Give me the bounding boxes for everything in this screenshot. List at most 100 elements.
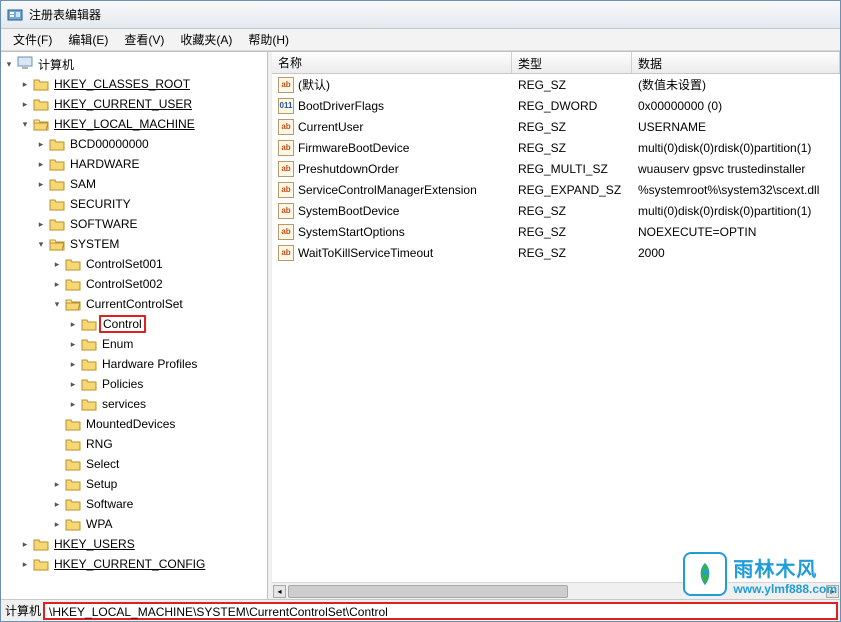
- expand-icon[interactable]: ▸: [19, 78, 31, 90]
- menu-view[interactable]: 查看(V): [116, 29, 172, 50]
- scroll-thumb[interactable]: [288, 585, 568, 598]
- expand-icon[interactable]: ▸: [51, 258, 63, 270]
- tree-hkcu[interactable]: ▸ HKEY_CURRENT_USER: [19, 94, 267, 114]
- collapse-icon[interactable]: ▾: [35, 238, 47, 250]
- expand-icon[interactable]: ▸: [67, 358, 79, 370]
- tree-label: ControlSet002: [83, 276, 166, 292]
- scroll-right-icon[interactable]: ▸: [826, 585, 839, 598]
- value-row[interactable]: abPreshutdownOrderREG_MULTI_SZwuauserv g…: [272, 158, 840, 179]
- value-name: ServiceControlManagerExtension: [298, 183, 477, 197]
- horizontal-scrollbar[interactable]: ◂ ▸: [272, 582, 840, 599]
- expand-icon[interactable]: ▸: [19, 558, 31, 570]
- string-value-icon: ab: [278, 203, 294, 219]
- titlebar[interactable]: 注册表编辑器: [1, 1, 840, 29]
- value-name: SystemBootDevice: [298, 204, 399, 218]
- tree-select[interactable]: ▸Select: [51, 454, 267, 474]
- tree-software2[interactable]: ▸Software: [51, 494, 267, 514]
- expand-icon[interactable]: ▸: [35, 218, 47, 230]
- tree-sam[interactable]: ▸SAM: [35, 174, 267, 194]
- folder-icon: [65, 477, 81, 491]
- tree-hklm[interactable]: ▾HKEY_LOCAL_MACHINE: [19, 114, 267, 134]
- tree-currentcontrolset[interactable]: ▾CurrentControlSet: [51, 294, 267, 314]
- list-body[interactable]: ab(默认)REG_SZ(数值未设置)011BootDriverFlagsREG…: [272, 74, 840, 582]
- tree-pane[interactable]: ▾ 计算机 ▸ HKEY_CLASSES_ROOT ▸ HKEY_CURRENT_U…: [1, 52, 268, 599]
- string-value-icon: ab: [278, 182, 294, 198]
- tree-label: Enum: [99, 336, 136, 352]
- tree-system[interactable]: ▾SYSTEM: [35, 234, 267, 254]
- column-header-type[interactable]: 类型: [512, 52, 632, 73]
- string-value-icon: ab: [278, 161, 294, 177]
- menu-file[interactable]: 文件(F): [5, 29, 60, 50]
- menu-favorites[interactable]: 收藏夹(A): [172, 29, 240, 50]
- value-row[interactable]: 011BootDriverFlagsREG_DWORD0x00000000 (0…: [272, 95, 840, 116]
- folder-icon: [65, 277, 81, 291]
- tree-control[interactable]: ▸Control: [67, 314, 267, 334]
- scroll-left-icon[interactable]: ◂: [273, 585, 286, 598]
- expand-icon[interactable]: ▸: [51, 498, 63, 510]
- folder-icon: [65, 437, 81, 451]
- tree-services[interactable]: ▸services: [67, 394, 267, 414]
- folder-icon: [65, 417, 81, 431]
- expand-icon[interactable]: ▸: [51, 518, 63, 530]
- menu-edit[interactable]: 编辑(E): [60, 29, 116, 50]
- folder-icon: [49, 217, 65, 231]
- expand-icon[interactable]: ▸: [67, 378, 79, 390]
- tree-cs002[interactable]: ▸ ControlSet002: [51, 274, 267, 294]
- collapse-icon[interactable]: ▾: [51, 298, 63, 310]
- tree-policies[interactable]: ▸Policies: [67, 374, 267, 394]
- value-row[interactable]: abWaitToKillServiceTimeoutREG_SZ2000: [272, 242, 840, 263]
- expand-icon[interactable]: ▸: [35, 138, 47, 150]
- value-row[interactable]: abFirmwareBootDeviceREG_SZmulti(0)disk(0…: [272, 137, 840, 158]
- tree-root-computer[interactable]: ▾ 计算机: [3, 54, 267, 74]
- tree-hkcc[interactable]: ▸HKEY_CURRENT_CONFIG: [19, 554, 267, 574]
- value-type: REG_SZ: [512, 141, 632, 155]
- tree-hkcr[interactable]: ▸ HKEY_CLASSES_ROOT: [19, 74, 267, 94]
- expand-icon[interactable]: ▸: [35, 178, 47, 190]
- menu-help[interactable]: 帮助(H): [240, 29, 297, 50]
- folder-icon: [33, 77, 49, 91]
- status-path: \HKEY_LOCAL_MACHINE\SYSTEM\CurrentContro…: [43, 602, 838, 620]
- folder-icon: [81, 397, 97, 411]
- tree-mounteddevices[interactable]: ▸MountedDevices: [51, 414, 267, 434]
- value-row[interactable]: abSystemStartOptionsREG_SZ NOEXECUTE=OPT…: [272, 221, 840, 242]
- tree-hardware[interactable]: ▸HARDWARE: [35, 154, 267, 174]
- folder-icon: [65, 517, 81, 531]
- tree-setup[interactable]: ▸Setup: [51, 474, 267, 494]
- expand-icon[interactable]: ▸: [67, 338, 79, 350]
- folder-icon: [81, 317, 97, 331]
- tree-bcd[interactable]: ▸BCD00000000: [35, 134, 267, 154]
- tree-label: HKEY_CURRENT_USER: [51, 96, 195, 112]
- list-pane: 名称 类型 数据 ab(默认)REG_SZ(数值未设置)011BootDrive…: [272, 52, 840, 599]
- expand-icon[interactable]: ▸: [67, 318, 79, 330]
- folder-icon: [49, 197, 65, 211]
- expand-icon[interactable]: ▸: [35, 158, 47, 170]
- value-name: WaitToKillServiceTimeout: [298, 246, 433, 260]
- tree-wpa[interactable]: ▸WPA: [51, 514, 267, 534]
- value-name: CurrentUser: [298, 120, 363, 134]
- column-header-name[interactable]: 名称: [272, 52, 512, 73]
- value-name: SystemStartOptions: [298, 225, 405, 239]
- value-row[interactable]: abServiceControlManagerExtensionREG_EXPA…: [272, 179, 840, 200]
- tree-cs001[interactable]: ▸ControlSet001: [51, 254, 267, 274]
- folder-icon: [49, 137, 65, 151]
- column-header-data[interactable]: 数据: [632, 52, 840, 73]
- value-row[interactable]: abSystemBootDeviceREG_SZmulti(0)disk(0)r…: [272, 200, 840, 221]
- tree-software[interactable]: ▸SOFTWARE: [35, 214, 267, 234]
- tree-enum[interactable]: ▸ Enum: [67, 334, 267, 354]
- expand-icon[interactable]: ▸: [51, 278, 63, 290]
- value-row[interactable]: ab(默认)REG_SZ(数值未设置): [272, 74, 840, 95]
- expand-icon[interactable]: ▸: [19, 98, 31, 110]
- tree-security[interactable]: ▸SECURITY: [35, 194, 267, 214]
- folder-icon: [33, 97, 49, 111]
- tree-hku[interactable]: ▸HKEY_USERS: [19, 534, 267, 554]
- tree-label: HKEY_CLASSES_ROOT: [51, 76, 193, 92]
- tree-hwprofiles[interactable]: ▸Hardware Profiles: [67, 354, 267, 374]
- collapse-icon[interactable]: ▾: [19, 118, 31, 130]
- expand-icon[interactable]: ▸: [19, 538, 31, 550]
- value-row[interactable]: abCurrentUserREG_SZUSERNAME: [272, 116, 840, 137]
- tree-rng[interactable]: ▸RNG: [51, 434, 267, 454]
- expand-icon[interactable]: ▸: [51, 478, 63, 490]
- expand-icon[interactable]: ▸: [67, 398, 79, 410]
- collapse-icon[interactable]: ▾: [3, 58, 15, 70]
- value-type: REG_SZ: [512, 225, 632, 239]
